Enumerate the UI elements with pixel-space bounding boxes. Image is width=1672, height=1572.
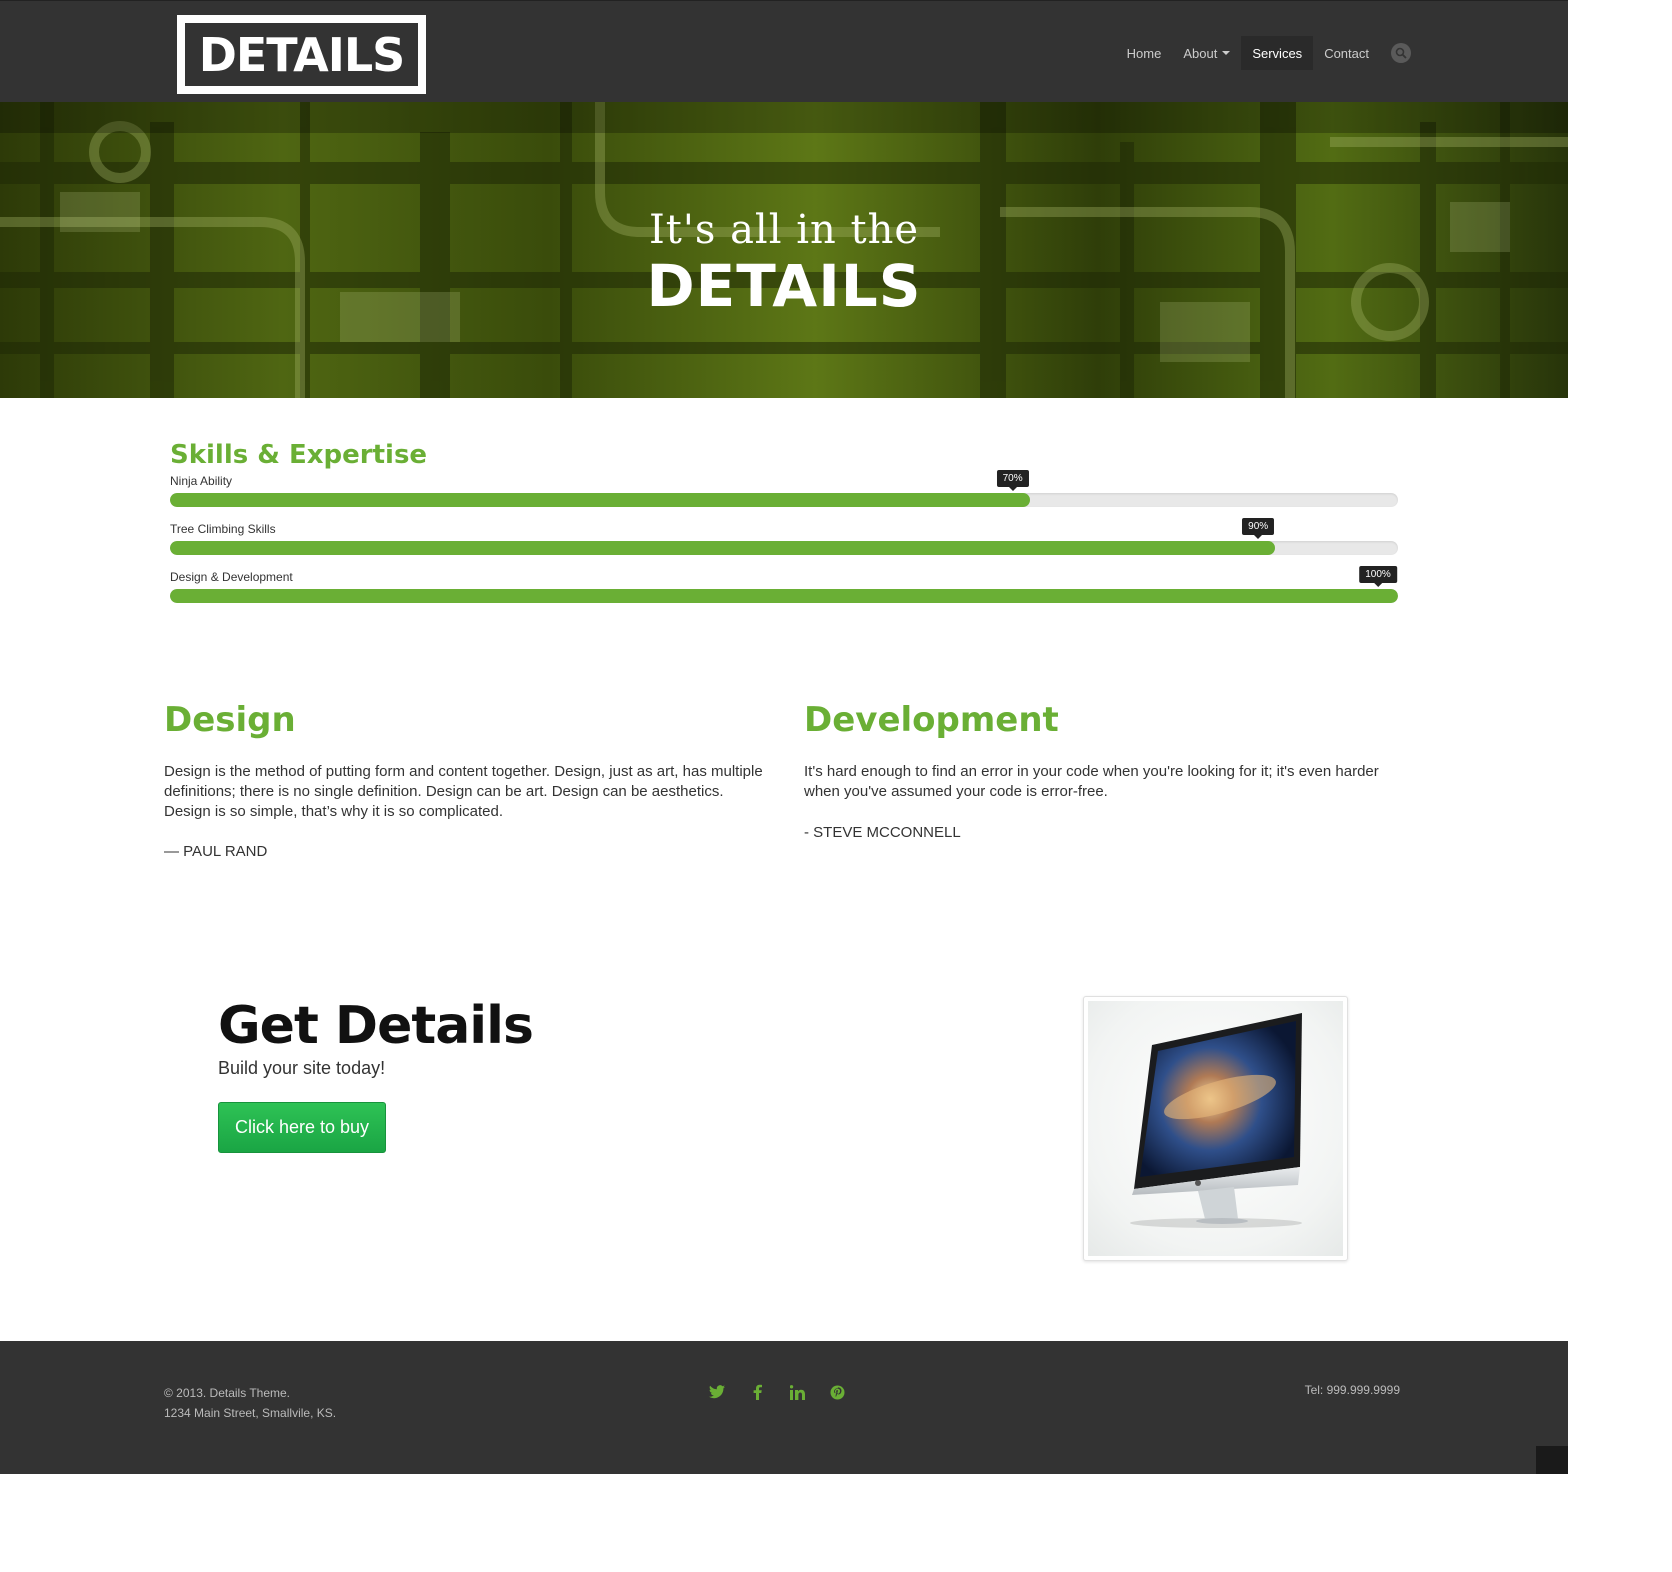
nav-services-label: Services [1252, 45, 1303, 61]
nav-about[interactable]: About [1172, 36, 1241, 70]
footer-phone: Tel: 999.999.9999 [1304, 1383, 1400, 1397]
twitter-icon[interactable] [706, 1381, 728, 1403]
footer-info: © 2013. Details Theme. 1234 Main Street,… [164, 1383, 336, 1423]
skill-progress-track [170, 589, 1398, 603]
imac-image [1088, 1001, 1343, 1256]
search-icon[interactable] [1391, 43, 1411, 63]
nav-about-label: About [1183, 45, 1218, 61]
linkedin-icon[interactable] [786, 1381, 808, 1403]
site-logo[interactable]: DETAILS [177, 15, 426, 94]
facebook-icon[interactable] [746, 1381, 768, 1403]
skill-progress-track [170, 541, 1398, 555]
back-to-top-button[interactable] [1536, 1446, 1568, 1474]
skill-progress-track [170, 493, 1398, 507]
skill-label: Design & Development [170, 570, 293, 584]
footer: © 2013. Details Theme. 1234 Main Street,… [0, 1341, 1568, 1474]
hero-title: DETAILS [646, 252, 922, 320]
main-nav: Home About Services Contact [1116, 36, 1411, 70]
skills-heading: Skills & Expertise [170, 440, 428, 470]
nav-services[interactable]: Services [1241, 36, 1314, 70]
skill-percent-tooltip: 90% [1242, 518, 1275, 539]
footer-address: 1234 Main Street, Smallvile, KS. [164, 1406, 337, 1420]
skill-label: Ninja Ability [170, 474, 233, 488]
pinterest-icon[interactable] [826, 1381, 848, 1403]
skill-progress-fill [170, 541, 1276, 555]
skill-progress-fill [170, 493, 1030, 507]
hero-top-strip [0, 102, 1568, 133]
nav-home[interactable]: Home [1116, 36, 1173, 70]
logo-text: DETAILS [185, 23, 418, 86]
skill-tree-climbing: Tree Climbing Skills 90% [170, 518, 1398, 562]
skill-percent-tooltip: 100% [1359, 566, 1397, 587]
development-quote-author: - STEVE MCCONNELL [804, 824, 961, 841]
hero-tagline: It's all in the [648, 207, 920, 253]
skill-percent-tooltip: 70% [996, 470, 1029, 491]
top-navbar: DETAILS Home About Services Contact [0, 0, 1568, 102]
skill-design-development: Design & Development 100% [170, 566, 1398, 610]
hero-banner: It's all in the DETAILS [0, 102, 1568, 398]
nav-contact-label: Contact [1324, 45, 1369, 61]
skill-label: Tree Climbing Skills [170, 522, 276, 536]
design-quote: Design is the method of putting form and… [164, 763, 763, 820]
footer-copyright: © 2013. Details Theme. [164, 1386, 291, 1400]
nav-home-label: Home [1126, 45, 1162, 61]
caret-down-icon [1222, 51, 1231, 55]
skill-ninja-ability: Ninja Ability 70% [170, 470, 1398, 514]
development-heading: Development [804, 700, 1059, 740]
development-quote: It's hard enough to find an error in you… [804, 763, 1379, 800]
product-image-frame [1083, 996, 1348, 1261]
nav-contact[interactable]: Contact [1313, 36, 1380, 70]
design-quote-author: — PAUL RAND [164, 843, 268, 860]
buy-button[interactable]: Click here to buy [218, 1102, 386, 1153]
cta-subtitle: Build your site today! [218, 1058, 386, 1078]
cta-title: Get Details [218, 996, 534, 1056]
skill-progress-fill [170, 589, 1398, 603]
design-heading: Design [164, 700, 296, 740]
social-links [706, 1381, 848, 1403]
